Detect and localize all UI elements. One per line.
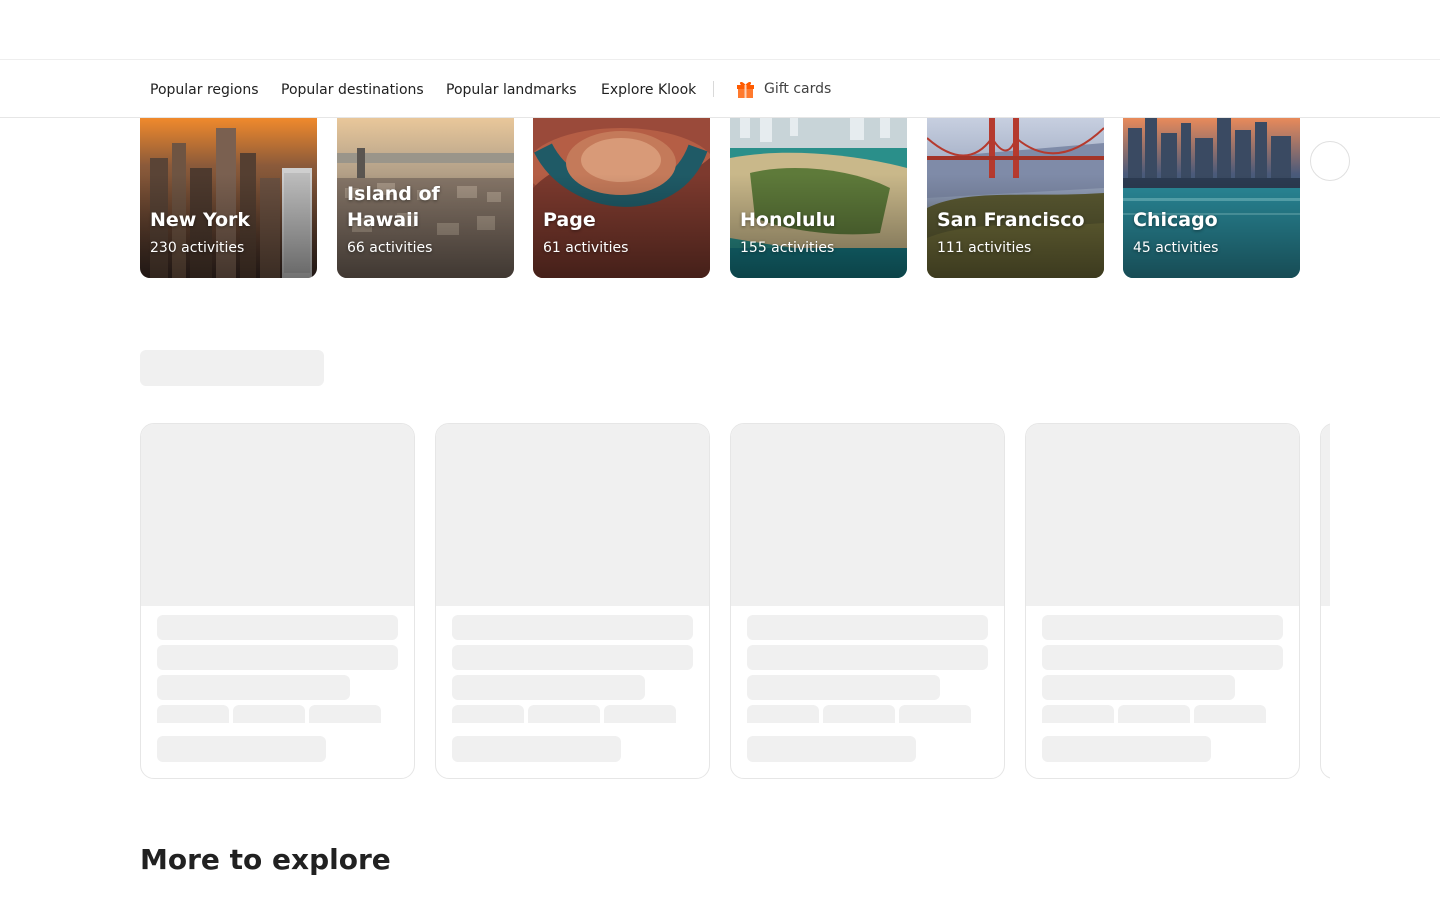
- tag-skeleton: [528, 705, 600, 723]
- carousel-next-button[interactable]: [1310, 141, 1350, 181]
- image-skeleton: [1026, 424, 1299, 606]
- activity-card-skeleton: [1025, 423, 1300, 779]
- gift-cards-label: Gift cards: [764, 80, 832, 97]
- tag-skeleton: [899, 705, 971, 723]
- text-skeleton: [1042, 615, 1283, 640]
- text-skeleton: [747, 675, 940, 700]
- text-skeleton: [157, 675, 350, 700]
- section-title-skeleton: [140, 350, 324, 386]
- activity-card-skeleton: [140, 423, 415, 779]
- nav-popular-landmarks[interactable]: Popular landmarks: [446, 82, 577, 98]
- destination-card-chicago[interactable]: Chicago 45 activities: [1123, 118, 1300, 278]
- tag-skeleton: [233, 705, 305, 723]
- nav-popular-destinations[interactable]: Popular destinations: [281, 82, 424, 98]
- destination-name: Island of Hawaii: [347, 183, 440, 231]
- price-skeleton: [452, 736, 621, 762]
- gift-icon: [737, 81, 754, 98]
- destination-activity-count: 45 activities: [1133, 240, 1219, 256]
- tag-skeleton: [823, 705, 895, 723]
- activity-card-skeleton: [435, 423, 710, 779]
- price-skeleton: [157, 736, 326, 762]
- destination-activity-count: 230 activities: [150, 240, 245, 256]
- tag-skeleton: [309, 705, 381, 723]
- destination-name: Honolulu: [740, 209, 836, 231]
- destination-card-page[interactable]: Page 61 activities: [533, 118, 710, 278]
- destination-card-san-francisco[interactable]: San Francisco 111 activities: [927, 118, 1104, 278]
- destination-name: Chicago: [1133, 209, 1218, 231]
- text-skeleton: [452, 675, 645, 700]
- destination-card-island-of-hawaii[interactable]: Island of Hawaii 66 activities: [337, 118, 514, 278]
- destination-activity-count: 111 activities: [937, 240, 1032, 256]
- more-to-explore-heading: More to explore: [140, 843, 391, 876]
- image-skeleton: [1321, 424, 1330, 606]
- activity-card-skeleton: [1320, 423, 1330, 779]
- text-skeleton: [452, 645, 693, 670]
- price-skeleton: [1042, 736, 1211, 762]
- tag-skeleton: [452, 705, 524, 723]
- tag-skeleton: [1194, 705, 1266, 723]
- tag-skeleton: [1118, 705, 1190, 723]
- tag-skeleton: [747, 705, 819, 723]
- destination-card-honolulu[interactable]: Honolulu 155 activities: [730, 118, 907, 278]
- text-skeleton: [1042, 645, 1283, 670]
- destination-name: Page: [543, 209, 596, 231]
- text-skeleton: [747, 615, 988, 640]
- destination-activity-count: 66 activities: [347, 240, 433, 256]
- image-skeleton: [436, 424, 709, 606]
- tag-skeleton: [604, 705, 676, 723]
- tag-skeleton: [1042, 705, 1114, 723]
- price-skeleton: [747, 736, 916, 762]
- gift-cards-link[interactable]: Gift cards: [735, 78, 831, 99]
- nav-divider: [713, 81, 714, 97]
- nav-popular-regions[interactable]: Popular regions: [150, 82, 259, 98]
- image-skeleton: [731, 424, 1004, 606]
- sub-navigation: Popular regions Popular destinations Pop…: [0, 60, 1440, 118]
- top-header: [0, 0, 1440, 60]
- destination-activity-count: 61 activities: [543, 240, 629, 256]
- image-skeleton: [141, 424, 414, 606]
- nav-explore-klook[interactable]: Explore Klook: [601, 82, 696, 98]
- activity-card-skeleton: [730, 423, 1005, 779]
- destination-name: San Francisco: [937, 209, 1085, 231]
- activity-card-skeleton-partial: [1320, 423, 1330, 779]
- text-skeleton: [157, 615, 398, 640]
- text-skeleton: [157, 645, 398, 670]
- text-skeleton: [452, 615, 693, 640]
- destination-name: New York: [150, 209, 251, 231]
- text-skeleton: [747, 645, 988, 670]
- destination-activity-count: 155 activities: [740, 240, 835, 256]
- tag-skeleton: [157, 705, 229, 723]
- destination-card-new-york[interactable]: New York 230 activities: [140, 118, 317, 278]
- text-skeleton: [1042, 675, 1235, 700]
